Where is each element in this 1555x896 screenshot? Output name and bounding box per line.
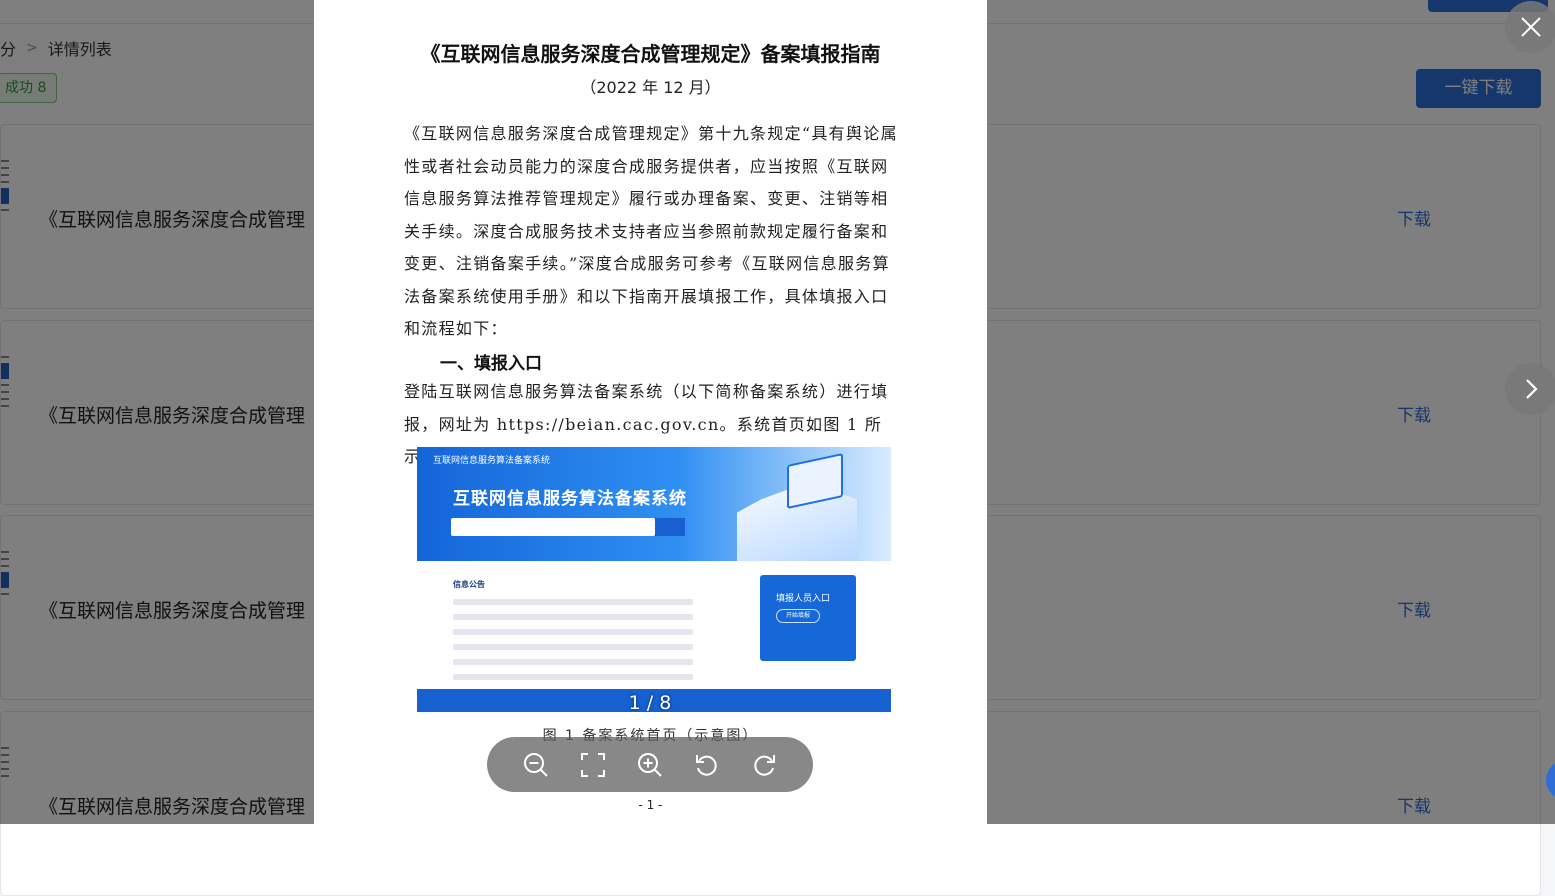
rotate-right-icon <box>754 754 776 776</box>
figure-small-title: 互联网信息服务算法备案系统 <box>433 456 551 466</box>
fit-screen-button[interactable] <box>576 748 610 782</box>
zoom-in-icon <box>637 752 662 777</box>
close-icon <box>1521 17 1541 37</box>
figure-search-box <box>451 518 655 536</box>
figure-screenshot: 互联网信息服务算法备案系统 互联网信息服务算法备案系统 信息公告 填报人员入口 … <box>417 447 891 712</box>
zoom-out-icon <box>523 752 548 777</box>
document-date: （2022 年 12 月） <box>580 78 721 97</box>
fit-screen-icon <box>580 752 605 777</box>
zoom-in-button[interactable] <box>633 748 667 782</box>
document-heading: 一、填报入口 <box>440 354 542 374</box>
chevron-right-icon <box>1526 379 1538 399</box>
figure-card-title: 填报人员入口 <box>776 594 831 604</box>
figure-card-button: 开始填报 <box>776 609 820 623</box>
document-page-number: - 1 - <box>638 798 663 812</box>
figure-news-list: 信息公告 <box>453 579 743 689</box>
document-title: 《互联网信息服务深度合成管理规定》备案填报指南 <box>420 42 881 66</box>
rotate-left-button[interactable] <box>690 748 724 782</box>
viewer-toolbar <box>487 737 813 792</box>
rotate-left-icon <box>696 754 717 776</box>
page-counter: 1 / 8 <box>628 692 672 714</box>
next-page-button[interactable] <box>1505 363 1555 415</box>
zoom-out-button[interactable] <box>519 748 553 782</box>
figure-entry-card: 填报人员入口 开始填报 <box>760 575 856 661</box>
rotate-right-button[interactable] <box>747 748 781 782</box>
figure-search-button <box>655 518 685 536</box>
figure-news-title: 信息公告 <box>453 580 485 589</box>
document-paragraph: 《互联网信息服务深度合成管理规定》第十九条规定“具有舆论属性或者社会动员能力的深… <box>404 124 898 338</box>
close-button[interactable] <box>1505 1 1555 53</box>
figure-big-title: 互联网信息服务算法备案系统 <box>453 489 687 509</box>
